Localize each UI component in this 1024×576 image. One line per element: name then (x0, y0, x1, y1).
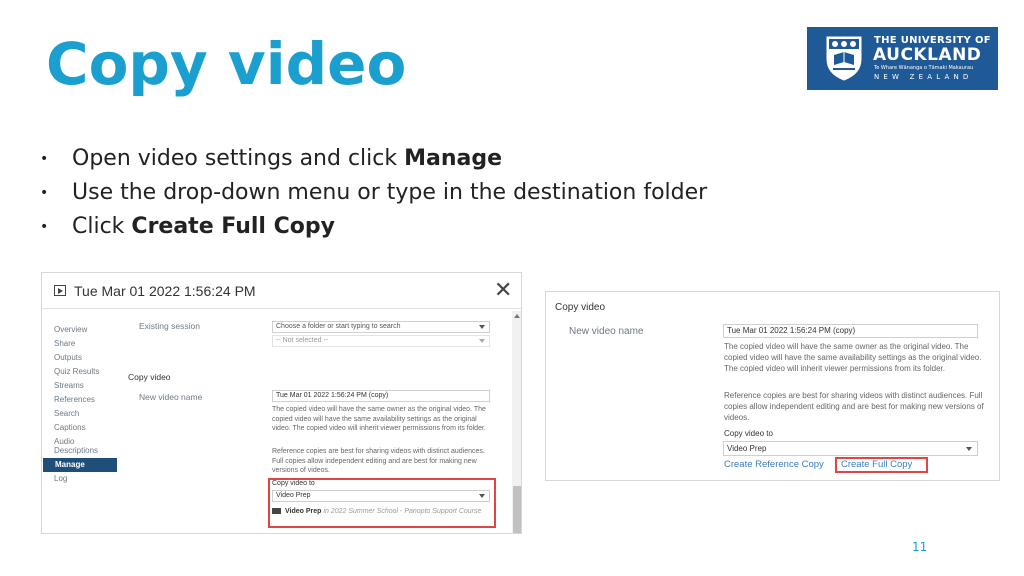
chevron-down-icon (479, 339, 485, 343)
copy-video-heading: Copy video (128, 372, 171, 382)
bullet-text: Open video settings and click (72, 146, 405, 171)
bullet-marker: • (40, 219, 49, 235)
folder-suggestion-path: in 2022 Summer School - Panopto Support … (323, 508, 482, 515)
bullet-text: Use the drop-down menu or type in the de… (72, 180, 708, 205)
chevron-down-icon (966, 447, 972, 451)
copy-type-note: Reference copies are best for sharing vi… (724, 391, 984, 422)
copy-video-heading: Copy video (555, 302, 606, 313)
folder-suggestion-name: Video Prep (285, 508, 322, 515)
logo-line-3: Te Whare Wānanga o Tāmaki Makaurau (874, 65, 974, 71)
folder-icon (272, 508, 281, 514)
bullet-marker: • (40, 185, 49, 201)
copy-type-note: Reference copies are best for sharing vi… (272, 448, 485, 475)
sidebar-item-share[interactable]: Share (42, 337, 120, 351)
sidebar-item-captions[interactable]: Captions (42, 421, 120, 435)
highlight-box (835, 457, 928, 473)
list-item: • Click Create Full Copy (40, 210, 707, 244)
chevron-down-icon (479, 325, 485, 329)
new-video-name-input[interactable]: Tue Mar 01 2022 1:56:24 PM (copy) (723, 324, 978, 338)
folder-search-placeholder: Choose a folder or start typing to searc… (276, 323, 401, 330)
sidebar-item-references[interactable]: References (42, 393, 120, 407)
settings-sidebar: Overview Share Outputs Quiz Results Stre… (42, 323, 120, 486)
bullet-marker: • (40, 151, 49, 167)
destination-folder-select[interactable]: Video Prep (723, 441, 978, 456)
sidebar-item-manage[interactable]: Manage (43, 458, 117, 472)
bullet-bold: Create Full Copy (131, 214, 335, 239)
sidebar-item-overview[interactable]: Overview (42, 323, 120, 337)
dialog-title: Tue Mar 01 2022 1:56:24 PM (74, 283, 256, 299)
bullet-text: Click (72, 214, 132, 239)
new-video-name-input[interactable]: Tue Mar 01 2022 1:56:24 PM (copy) (272, 390, 490, 402)
copy-owner-note: The copied video will have the same owne… (272, 406, 486, 433)
destination-folder-value: Video Prep (727, 444, 767, 453)
video-icon (54, 285, 66, 296)
settings-dialog-screenshot: Tue Mar 01 2022 1:56:24 PM ✕ Overview Sh… (41, 272, 522, 534)
page-number: 11 (912, 540, 928, 554)
sidebar-item-audio-descriptions[interactable]: Audio Descriptions (42, 435, 120, 458)
logo-line-4: NEW ZEALAND (874, 73, 973, 81)
session-select-value: -- Not selected -- (276, 337, 329, 344)
destination-folder-value: Video Prep (276, 492, 311, 499)
sidebar-item-search[interactable]: Search (42, 407, 120, 421)
chevron-up-icon[interactable] (514, 314, 520, 318)
list-item: • Use the drop-down menu or type in the d… (40, 176, 707, 210)
scrollbar[interactable] (512, 311, 521, 533)
copy-to-label: Copy video to (272, 480, 315, 487)
sidebar-item-streams[interactable]: Streams (42, 379, 120, 393)
scrollbar-thumb[interactable] (513, 486, 521, 533)
copy-owner-note: The copied video will have the same owne… (724, 342, 982, 373)
sidebar-item-log[interactable]: Log (42, 472, 120, 486)
university-crest-icon (826, 36, 862, 81)
dialog-header: Tue Mar 01 2022 1:56:24 PM ✕ (42, 273, 521, 309)
sidebar-item-quiz-results[interactable]: Quiz Results (42, 365, 120, 379)
list-item: • Open video settings and click Manage (40, 142, 707, 176)
session-select[interactable]: -- Not selected -- (272, 335, 490, 347)
bullet-bold: Manage (404, 146, 503, 171)
folder-suggestion[interactable]: Video Prep in 2022 Summer School - Panop… (272, 508, 492, 522)
copy-to-label: Copy video to (724, 429, 773, 438)
close-icon[interactable]: ✕ (494, 279, 512, 301)
slide-title: Copy video (46, 30, 407, 98)
logo-line-2: AUCKLAND (873, 45, 982, 65)
destination-folder-select[interactable]: Video Prep (272, 490, 490, 502)
folder-search-dropdown[interactable]: Choose a folder or start typing to searc… (272, 321, 490, 333)
new-video-name-label: New video name (569, 326, 644, 337)
university-logo: THE UNIVERSITY OF AUCKLAND Te Whare Wāna… (807, 27, 998, 90)
sidebar-item-outputs[interactable]: Outputs (42, 351, 120, 365)
create-reference-copy-link[interactable]: Create Reference Copy (724, 459, 824, 470)
existing-session-label: Existing session (139, 321, 200, 331)
new-video-name-label: New video name (139, 392, 203, 402)
chevron-down-icon (479, 494, 485, 498)
copy-panel-screenshot: Copy video New video name Tue Mar 01 202… (545, 291, 1000, 481)
instruction-list: • Open video settings and click Manage • U… (40, 142, 707, 244)
